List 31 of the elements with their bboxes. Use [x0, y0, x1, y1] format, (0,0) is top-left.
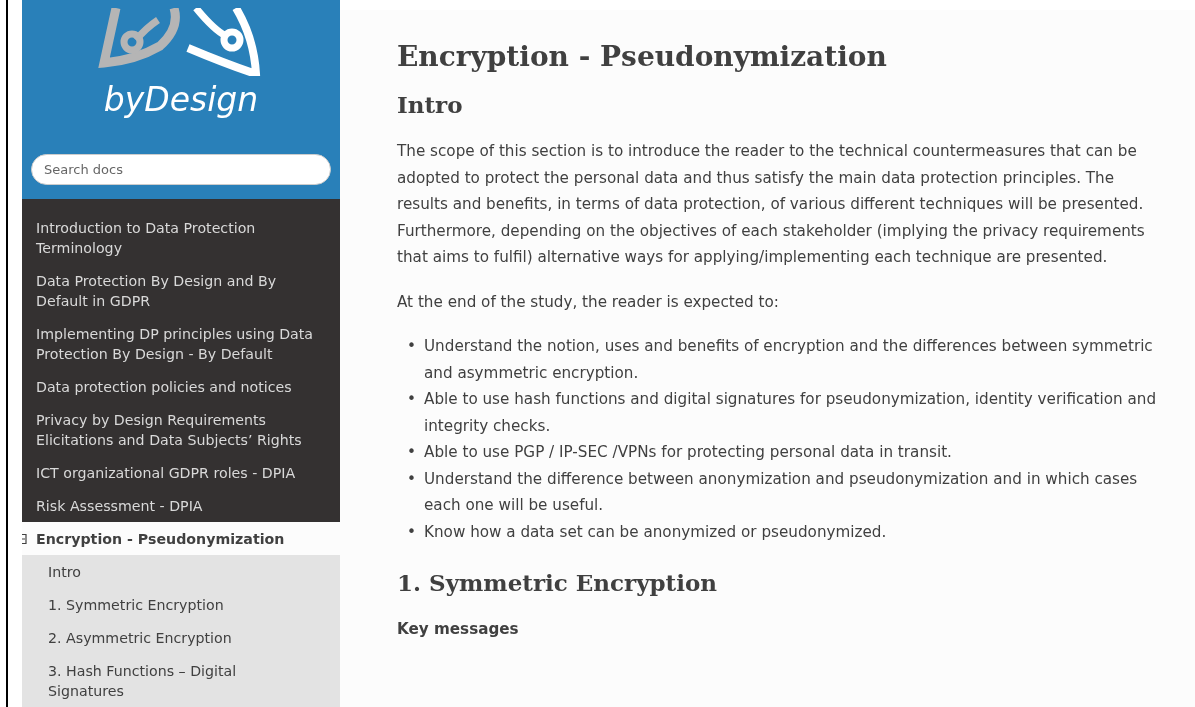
page-title: Encryption - Pseudonymization: [397, 40, 888, 73]
list-item: Understand the notion, uses and benefits of encryption and the differences between symmetric and asymmetric encryption.: [424, 336, 1154, 384]
paragraph: At the end of the study, the reader is expected to:: [397, 291, 780, 313]
list-item: Able to use PGP / IP-SEC /VPNs for protecting personal data in transit.: [424, 442, 952, 463]
bullet: •: [407, 442, 417, 463]
bullet: •: [407, 468, 417, 490]
section-heading: Intro: [397, 91, 464, 118]
nav-item[interactable]: Privacy by Design Requirements Elicitations and Data Subjects’ Rights: [22, 403, 340, 456]
nav-item[interactable]: Introduction to Data Protection Terminology: [22, 211, 340, 264]
search-field[interactable]: Search docs: [31, 154, 331, 185]
nav-item[interactable]: ICT organizational GDPR roles - DPIA: [22, 456, 340, 489]
section-heading: 1. Symmetric Encryption: [397, 569, 719, 596]
bullet: •: [407, 521, 417, 543]
list-item: Able to use hash functions and digital signatures for pseudonymization, identity verification and integrity checks.: [424, 389, 1158, 437]
paragraph: The scope of this section is to introduce the reader to the technical countermeasures that can be adopted to protect the personal data and thus satisfy the main data protection principles. The results and benefits, in terms of data protection, of various different techniques will be presented. Furthermore, depending on the objectives of each stakeholder (implying the privacy requirements that aims to fulfil) alternative ways for applying/implementing each technique are presented.: [397, 141, 1146, 268]
nav-item[interactable]: Risk Assessment - DPIA: [22, 489, 340, 522]
nav-item[interactable]: Data protection policies and notices: [22, 370, 340, 403]
list-item: Understand the difference between anonymization and pseudonymization and in which cases each one will be useful.: [424, 468, 1139, 516]
nav-subitem[interactable]: 1. Symmetric Encryption: [22, 588, 340, 621]
nav-subitem[interactable]: Intro: [22, 555, 340, 588]
nav-subitem[interactable]: 3. Hash Functions – Digital Signatures: [22, 654, 340, 707]
bullet: •: [407, 336, 417, 357]
nav-item[interactable]: Data Protection By Design and By Default in GDPR: [22, 264, 340, 317]
nav-item[interactable]: Encryption - Pseudonymization: [22, 522, 340, 555]
subheading: Key messages: [397, 619, 520, 640]
nav-subitem[interactable]: 2. Asymmetric Encryption: [22, 621, 340, 654]
bullet: •: [407, 389, 417, 410]
list-item: Know how a data set can be anonymized or pseudonymized.: [424, 521, 887, 543]
nav-item[interactable]: Implementing DP principles using Data Protection By Design - By Default: [22, 317, 340, 370]
collapse-icon[interactable]: [22, 532, 27, 545]
logo-text: byDesign: [103, 80, 259, 120]
